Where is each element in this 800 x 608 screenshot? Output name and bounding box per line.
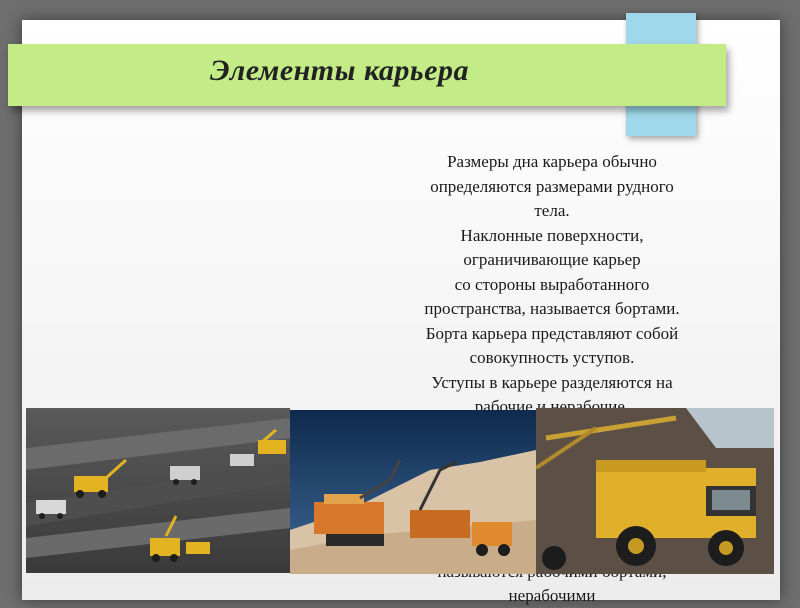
quarry-photo-excavators	[290, 410, 536, 574]
body-line: определяются размерами рудного	[430, 176, 674, 196]
body-line: совокупность уступов.	[469, 348, 635, 367]
body-line: Наклонные поверхности,	[460, 225, 644, 245]
trailing-line: нерабочими	[508, 586, 596, 605]
body-line: пространства, называется бортами.	[424, 299, 680, 318]
body-line: со стороны выработанного	[454, 274, 650, 294]
body-line: Размеры дна карьера обычно	[447, 152, 657, 171]
quarry-photo-trucks	[26, 408, 290, 573]
slide-title: Элементы карьера	[210, 54, 469, 87]
body-text: Размеры дна карьера обычно определяются …	[392, 150, 712, 420]
body-line: Борта карьера представляют собой	[425, 323, 679, 343]
body-line: тела.	[534, 201, 570, 220]
body-line: Уступы в карьере разделяются на	[431, 372, 673, 392]
quarry-photo-haul-truck	[536, 408, 774, 574]
body-line: ограничивающие карьер	[463, 250, 641, 269]
